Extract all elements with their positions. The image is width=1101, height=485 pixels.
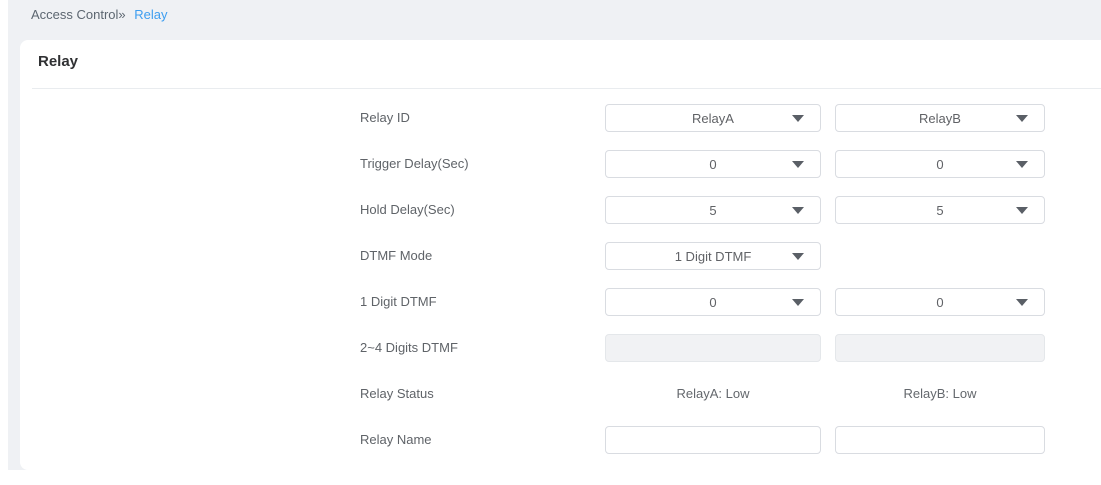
trigger-delay-select-a[interactable]: 0	[605, 150, 821, 178]
relay-name-input-b[interactable]	[835, 426, 1045, 454]
one-digit-dtmf-select-b-value: 0	[936, 294, 944, 310]
panel-title: Relay	[38, 53, 79, 70]
relay-id-select-a[interactable]: RelayA	[605, 104, 821, 132]
dropdown-arrow-icon	[792, 299, 804, 306]
relay-id-select-b[interactable]: RelayB	[835, 104, 1045, 132]
dropdown-arrow-icon	[792, 207, 804, 214]
dropdown-arrow-icon	[1016, 115, 1028, 122]
relay-name-label: Relay Name	[360, 432, 432, 447]
relay-id-select-b-value: RelayB	[919, 110, 961, 126]
dtmf-mode-select-value: 1 Digit DTMF	[674, 248, 752, 264]
row-trigger-delay: Trigger Delay(Sec) 0 0	[20, 150, 1101, 178]
one-digit-dtmf-select-b[interactable]: 0	[835, 288, 1045, 316]
hold-delay-select-b[interactable]: 5	[835, 196, 1045, 224]
multi-digit-dtmf-input-b	[835, 334, 1045, 362]
breadcrumb-current-page[interactable]: Relay	[134, 7, 167, 22]
hold-delay-select-b-value: 5	[936, 202, 944, 218]
multi-digit-dtmf-label: 2~4 Digits DTMF	[360, 340, 458, 355]
dropdown-arrow-icon	[792, 115, 804, 122]
trigger-delay-select-b[interactable]: 0	[835, 150, 1045, 178]
dropdown-arrow-icon	[1016, 161, 1028, 168]
dropdown-arrow-icon	[1016, 299, 1028, 306]
relay-settings-panel: Relay Relay ID RelayA RelayB Trigger Del…	[20, 40, 1101, 470]
row-multi-digit-dtmf: 2~4 Digits DTMF	[20, 334, 1101, 362]
one-digit-dtmf-select-a[interactable]: 0	[605, 288, 821, 316]
hold-delay-select-a-value: 5	[709, 202, 717, 218]
hold-delay-label: Hold Delay(Sec)	[360, 202, 455, 217]
one-digit-dtmf-label: 1 Digit DTMF	[360, 294, 437, 309]
row-relay-id: Relay ID RelayA RelayB	[20, 104, 1101, 132]
multi-digit-dtmf-input-a	[605, 334, 821, 362]
relay-status-b: RelayB: Low	[903, 386, 977, 401]
relay-name-input-a[interactable]	[605, 426, 821, 454]
breadcrumb: Access Control» Relay	[31, 0, 168, 30]
row-relay-name: Relay Name	[20, 426, 1101, 454]
trigger-delay-select-a-value: 0	[709, 156, 717, 172]
dropdown-arrow-icon	[1016, 207, 1028, 214]
hold-delay-select-a[interactable]: 5	[605, 196, 821, 224]
dropdown-arrow-icon	[792, 161, 804, 168]
row-dtmf-mode: DTMF Mode 1 Digit DTMF	[20, 242, 1101, 270]
relay-status-label: Relay Status	[360, 386, 434, 401]
trigger-delay-label: Trigger Delay(Sec)	[360, 156, 469, 171]
row-relay-status: Relay Status RelayA: Low RelayB: Low	[20, 380, 1101, 408]
breadcrumb-section: Access Control»	[31, 7, 126, 22]
page-background: Access Control» Relay Relay Relay ID Rel…	[8, 0, 1101, 470]
row-hold-delay: Hold Delay(Sec) 5 5	[20, 196, 1101, 224]
dtmf-mode-select[interactable]: 1 Digit DTMF	[605, 242, 821, 270]
dropdown-arrow-icon	[792, 253, 804, 260]
relay-id-select-a-value: RelayA	[692, 110, 734, 126]
dtmf-mode-label: DTMF Mode	[360, 248, 433, 263]
row-one-digit-dtmf: 1 Digit DTMF 0 0	[20, 288, 1101, 316]
relay-status-a: RelayA: Low	[676, 386, 750, 401]
trigger-delay-select-b-value: 0	[936, 156, 944, 172]
one-digit-dtmf-select-a-value: 0	[709, 294, 717, 310]
title-divider	[32, 88, 1101, 89]
relay-id-label: Relay ID	[360, 110, 410, 125]
